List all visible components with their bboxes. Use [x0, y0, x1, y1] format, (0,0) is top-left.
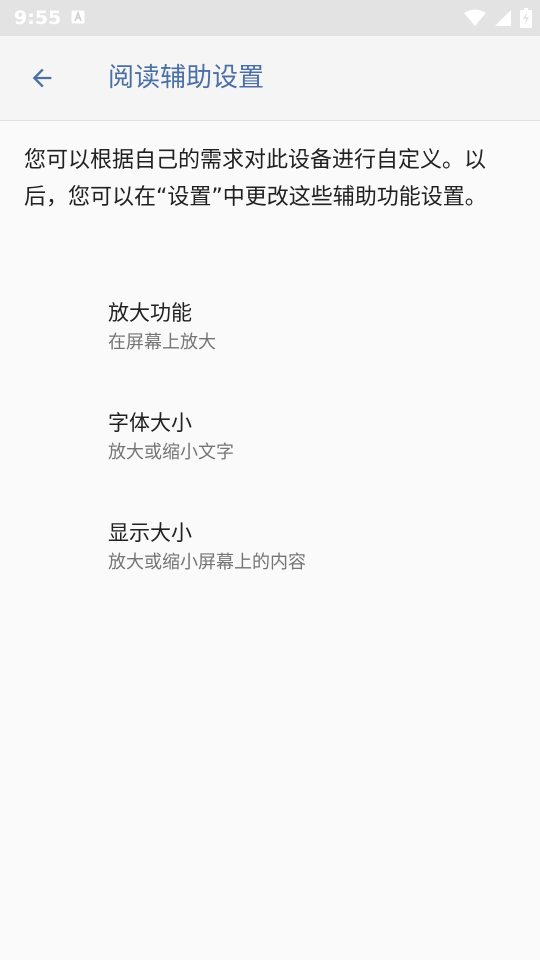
app-notification-icon — [71, 10, 85, 24]
page-title: 阅读辅助设置 — [108, 63, 265, 93]
arrow-back-icon — [32, 68, 52, 88]
battery-charging-icon — [520, 8, 532, 28]
wifi-icon — [464, 9, 486, 26]
option-summary: 放大或缩小屏幕上的内容 — [108, 552, 306, 573]
option-font-size[interactable]: 字体大小 放大或缩小文字 — [0, 408, 540, 508]
status-bar: 9:55 — [0, 0, 540, 36]
cellular-signal-icon — [495, 10, 511, 26]
option-title: 字体大小 — [108, 411, 192, 435]
option-summary: 在屏幕上放大 — [108, 332, 216, 353]
option-summary: 放大或缩小文字 — [108, 442, 234, 463]
app-bar: 阅读辅助设置 — [0, 36, 540, 121]
status-icons — [464, 6, 532, 30]
option-title: 显示大小 — [108, 521, 192, 545]
option-display-size[interactable]: 显示大小 放大或缩小屏幕上的内容 — [0, 518, 540, 618]
option-title: 放大功能 — [108, 301, 192, 325]
back-button[interactable] — [22, 58, 62, 98]
option-magnification[interactable]: 放大功能 在屏幕上放大 — [0, 298, 540, 398]
status-time: 9:55 — [14, 7, 62, 29]
description-text: 您可以根据自己的需求对此设备进行自定义。以后，您可以在“设置”中更改这些辅助功能… — [24, 148, 487, 210]
